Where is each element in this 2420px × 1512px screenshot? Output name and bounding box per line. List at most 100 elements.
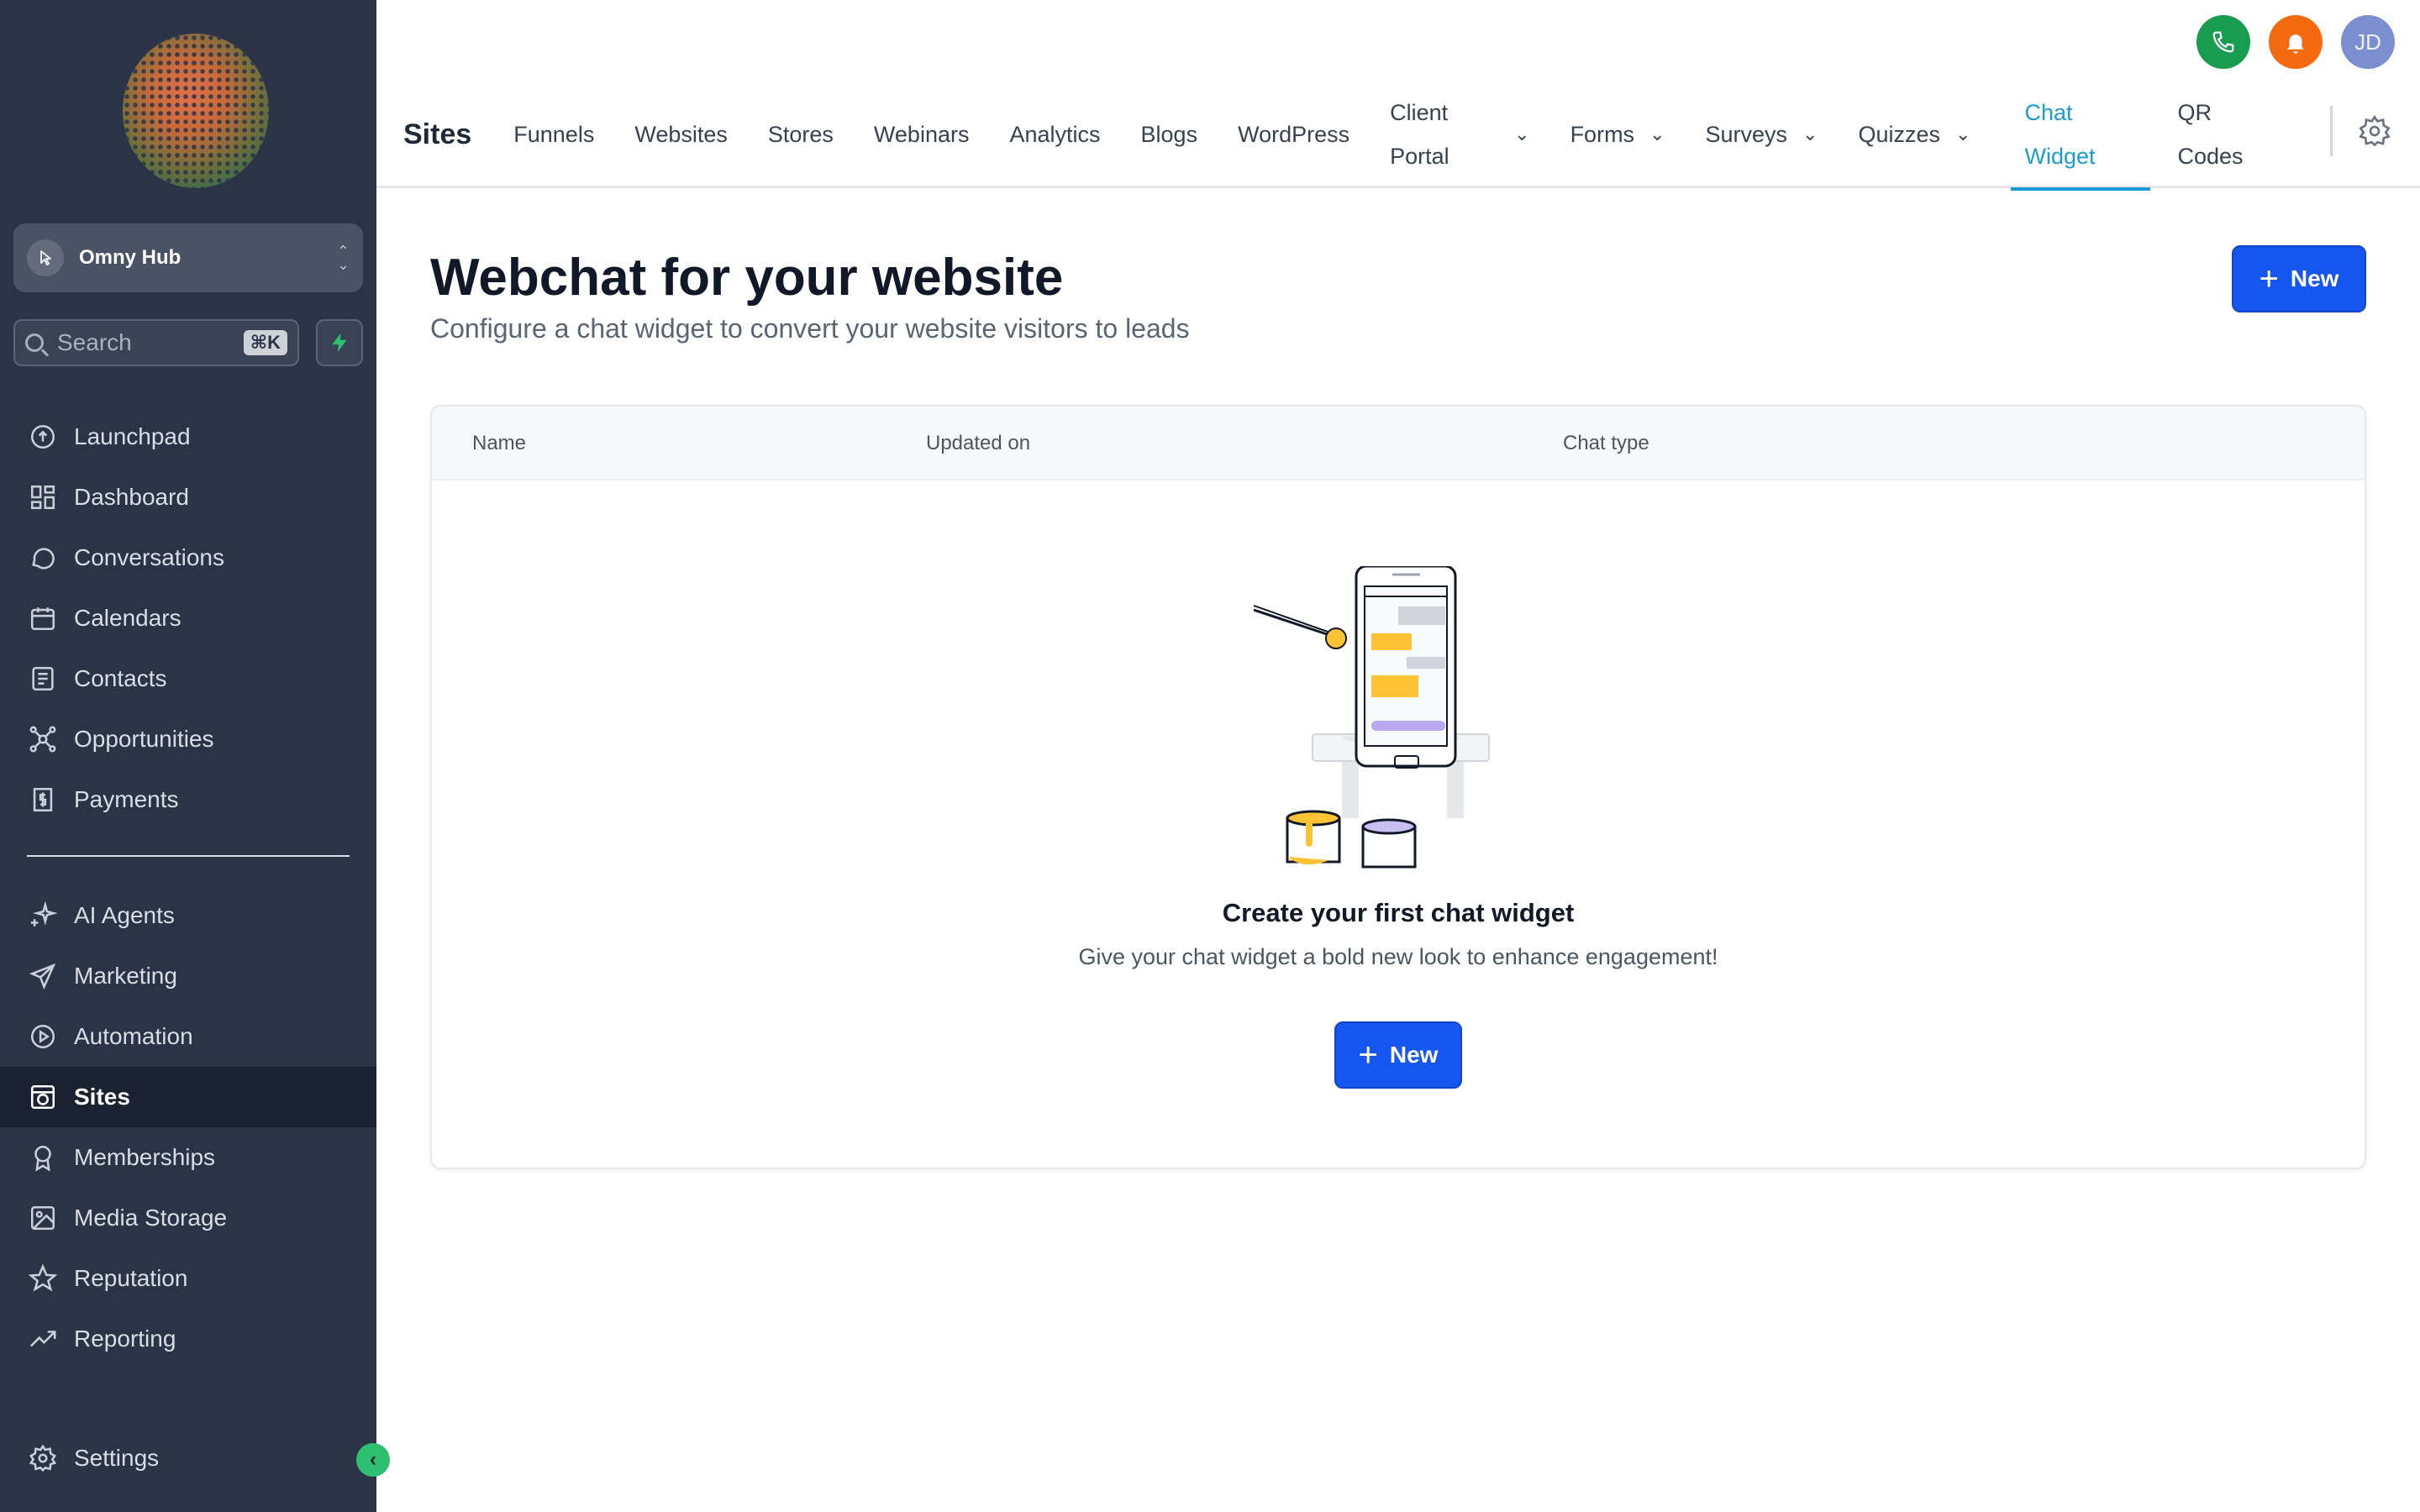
sites-settings-button[interactable] [2358,114,2391,148]
company-logo[interactable] [123,34,269,188]
sidebar-item-settings[interactable]: Settings [0,1428,376,1488]
sidebar-item-reputation[interactable]: Reputation [0,1248,376,1309]
empty-state-new-button[interactable]: + New [1334,1021,1462,1089]
tab-blogs[interactable]: Blogs [1141,122,1198,148]
plus-icon: + [1358,1037,1378,1074]
app-root: Omny Hub ⌃⌄ ⌘K Launchpad Dashboard Conve… [0,0,2420,1512]
gear-icon [2359,114,2391,147]
tab-label: Chat Widget [2024,100,2096,169]
sidebar-item-dashboard[interactable]: Dashboard [0,467,376,528]
sites-tabs: Sites Funnels Websites Stores Webinars A… [403,81,2293,191]
sidebar-item-label: Reporting [74,1326,176,1352]
sidebar-item-label: Dashboard [74,484,189,510]
sparkle-icon [27,900,59,932]
button-label: New [2290,265,2339,291]
table-header: Name Updated on Chat type [432,407,2365,480]
main-content: Webchat for your website Configure a cha… [376,191,2420,1512]
tab-qr-codes[interactable]: QR Codes [2177,91,2253,178]
page-title: Webchat for your website [430,249,1064,307]
sidebar-item-label: Launchpad [74,423,191,449]
sidebar-item-sites[interactable]: Sites [0,1067,376,1127]
search-input[interactable] [57,329,244,356]
tab-webinars[interactable]: Webinars [874,122,970,148]
sidebar-item-conversations[interactable]: Conversations [0,528,376,588]
tab-websites[interactable]: Websites [634,122,728,148]
sidebar-item-launchpad[interactable]: Launchpad [0,407,376,467]
sidebar-item-label: Media Storage [74,1205,228,1231]
tab-analytics[interactable]: Analytics [1009,122,1100,148]
sidebar-item-label: Opportunities [74,726,214,752]
sidebar-item-payments[interactable]: Payments [0,769,376,830]
empty-state-subtitle: Give your chat widget a bold new look to… [1078,944,1718,969]
tabs-divider [2330,106,2333,156]
chevron-up-down-icon: ⌃ ⌄ [336,243,350,273]
user-avatar[interactable]: JD [2341,15,2395,69]
automation-icon [27,1021,59,1053]
tab-quizzes[interactable]: Quizzes ⌄ [1858,122,1970,148]
sidebar-item-opportunities[interactable]: Opportunities [0,709,376,769]
tab-label: Forms [1570,121,1635,147]
workspace-name: Omny Hub [79,246,182,269]
sidebar-item-label: Automation [74,1023,193,1049]
column-updated-on: Updated on [926,432,1031,454]
sidebar-item-label: Settings [74,1445,160,1471]
search-shortcut: ⌘K [243,330,287,355]
sidebar-item-automation[interactable]: Automation [0,1006,376,1067]
contacts-icon [27,663,59,695]
tab-label: Quizzes [1858,121,1941,147]
button-label: New [1389,1042,1439,1068]
sidebar-item-calendars[interactable]: Calendars [0,588,376,648]
badge-icon [27,1142,59,1173]
quick-actions-button[interactable] [316,319,363,366]
tab-forms[interactable]: Forms ⌄ [1570,122,1665,148]
sidebar-divider [27,855,350,857]
phone-button[interactable] [2196,15,2250,69]
sidebar-item-label: Conversations [74,544,224,570]
sidebar-item-label: Marketing [74,963,177,989]
tab-chat-widget[interactable]: Chat Widget [2011,81,2151,191]
sidebar-footer: Settings [0,1428,376,1488]
empty-state-illustration [1254,566,1490,869]
tab-stores[interactable]: Stores [768,122,834,148]
sidebar-item-label: Contacts [74,665,167,691]
top-bar: JD Sites Funnels Websites Stores Webinar… [376,0,2420,191]
sidebar-item-contacts[interactable]: Contacts [0,648,376,709]
chat-bubble-icon [27,542,59,574]
workspace-switcher[interactable]: Omny Hub ⌃ ⌄ [13,223,363,292]
column-chat-type: Chat type [1563,432,1649,454]
sidebar-nav-primary: Launchpad Dashboard Conversations Calend… [0,407,376,830]
top-actions: JD [2196,15,2395,69]
chevron-down-icon: ⌄ [1649,123,1665,144]
notifications-button[interactable] [2269,15,2323,69]
search-box[interactable]: ⌘K [13,319,299,366]
sidebar-item-label: Reputation [74,1265,188,1291]
plus-icon: + [2259,260,2279,297]
empty-state-title: Create your first chat widget [1222,898,1575,927]
sidebar-item-memberships[interactable]: Memberships [0,1127,376,1188]
bell-icon [2287,34,2304,54]
sidebar-item-media-storage[interactable]: Media Storage [0,1188,376,1248]
column-name: Name [472,432,527,454]
new-widget-button[interactable]: + New [2232,245,2366,312]
sidebar-item-label: Sites [74,1084,130,1110]
image-icon [27,1202,59,1234]
phone-icon [2212,31,2234,53]
sites-icon [27,1081,59,1113]
sidebar-nav-secondary: AI Agents Marketing Automation Sites Mem… [0,885,376,1369]
chevron-down-icon: ⌄ [1955,123,1971,144]
tab-funnels[interactable]: Funnels [513,122,594,148]
tab-wordpress[interactable]: WordPress [1238,122,1349,148]
sidebar-item-marketing[interactable]: Marketing [0,946,376,1006]
trend-icon [27,1323,59,1355]
tab-label: Surveys [1705,121,1788,147]
bolt-icon [332,333,347,352]
sidebar-item-ai-agents[interactable]: AI Agents [0,885,376,946]
sidebar-item-reporting[interactable]: Reporting [0,1309,376,1369]
tab-surveys[interactable]: Surveys ⌄ [1706,122,1818,148]
calendar-icon [27,602,59,634]
opportunities-icon [27,723,59,755]
chevron-down-icon: ⌄ [1802,123,1818,144]
tab-label: Client Portal [1390,100,1449,169]
tab-client-portal[interactable]: Client Portal ⌄ [1390,91,1529,178]
sidebar-item-label: Payments [74,786,179,812]
